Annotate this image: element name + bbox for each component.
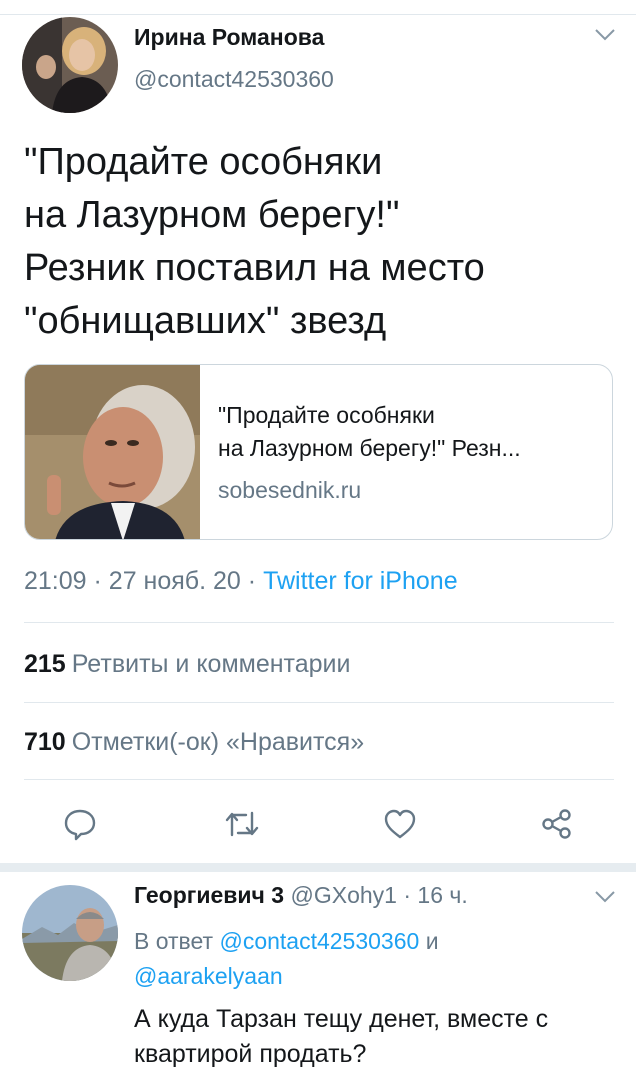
replying-conjunction: и xyxy=(425,928,439,954)
reply-time[interactable]: 16 ч. xyxy=(417,882,467,908)
author-avatar-image xyxy=(22,17,118,113)
like-button[interactable] xyxy=(380,804,420,844)
like-icon xyxy=(384,809,416,839)
link-card-title-line: "Продайте особняки xyxy=(218,402,435,428)
tweet-date[interactable]: 27 нояб. 20 xyxy=(109,567,241,595)
reply-author-handle[interactable]: @GXohy1 xyxy=(290,882,396,908)
separator: · xyxy=(247,567,257,595)
author-handle[interactable]: @contact42530360 xyxy=(134,66,334,93)
reply-author-name[interactable]: Георгиевич 3 xyxy=(134,882,284,908)
separator: · xyxy=(93,567,102,595)
tweet-text: "Продайте особняки на Лазурном берегу!" … xyxy=(24,141,485,342)
retweet-button[interactable] xyxy=(222,804,262,844)
share-icon xyxy=(542,809,571,839)
divider xyxy=(24,702,614,703)
mention-link[interactable]: @contact42530360 xyxy=(219,928,419,954)
reply-text: А куда Тарзан тещу денет, вместе с кварт… xyxy=(134,1005,549,1068)
chevron-down-icon[interactable] xyxy=(594,28,616,47)
likes-count: 710 xyxy=(24,728,66,756)
reply-author-avatar[interactable] xyxy=(22,885,118,981)
chevron-down-icon[interactable] xyxy=(594,890,616,909)
top-edge xyxy=(0,0,636,15)
link-card-title[interactable]: "Продайте особняки на Лазурном берегу!" … xyxy=(218,399,598,465)
author-avatar[interactable] xyxy=(22,17,118,113)
retweet-icon xyxy=(225,811,259,837)
link-card-thumbnail xyxy=(25,365,200,539)
link-card[interactable]: "Продайте особняки на Лазурном берегу!" … xyxy=(24,364,613,540)
tweet-timestamp: 21:09 · 27 нояб. 20 · Twitter for iPhone xyxy=(24,567,458,596)
tweet-time[interactable]: 21:09 xyxy=(24,567,87,595)
reply-header: Георгиевич 3 @GXohy1 · 16 ч. xyxy=(134,882,468,909)
tweet-source[interactable]: Twitter for iPhone xyxy=(263,567,458,595)
likes-stat[interactable]: 710 Отметки(-ок) «Нравится» xyxy=(24,728,364,757)
reply-button[interactable] xyxy=(60,804,100,844)
separator: · xyxy=(403,882,412,908)
link-card-domain: sobesednik.ru xyxy=(218,477,362,503)
retweets-label: Ретвиты и комментарии xyxy=(71,650,351,678)
share-button[interactable] xyxy=(537,804,577,844)
section-separator xyxy=(0,863,636,872)
reply-avatar-image xyxy=(22,885,118,981)
replying-prefix: В ответ xyxy=(134,928,214,954)
mention-link[interactable]: @aarakelyaan xyxy=(134,963,283,989)
divider xyxy=(24,622,614,623)
link-card-title-line: на Лазурном берегу!" Резн... xyxy=(218,435,521,461)
likes-label: Отметки(-ок) «Нравится» xyxy=(71,728,365,756)
reply-icon xyxy=(64,809,96,841)
replying-to: В ответ @contact42530360 и @aarakelyaan xyxy=(134,924,604,994)
author-name[interactable]: Ирина Романова xyxy=(134,24,324,51)
divider xyxy=(24,779,614,780)
retweets-stat[interactable]: 215 Ретвиты и комментарии xyxy=(24,650,350,679)
retweets-count: 215 xyxy=(24,650,66,678)
